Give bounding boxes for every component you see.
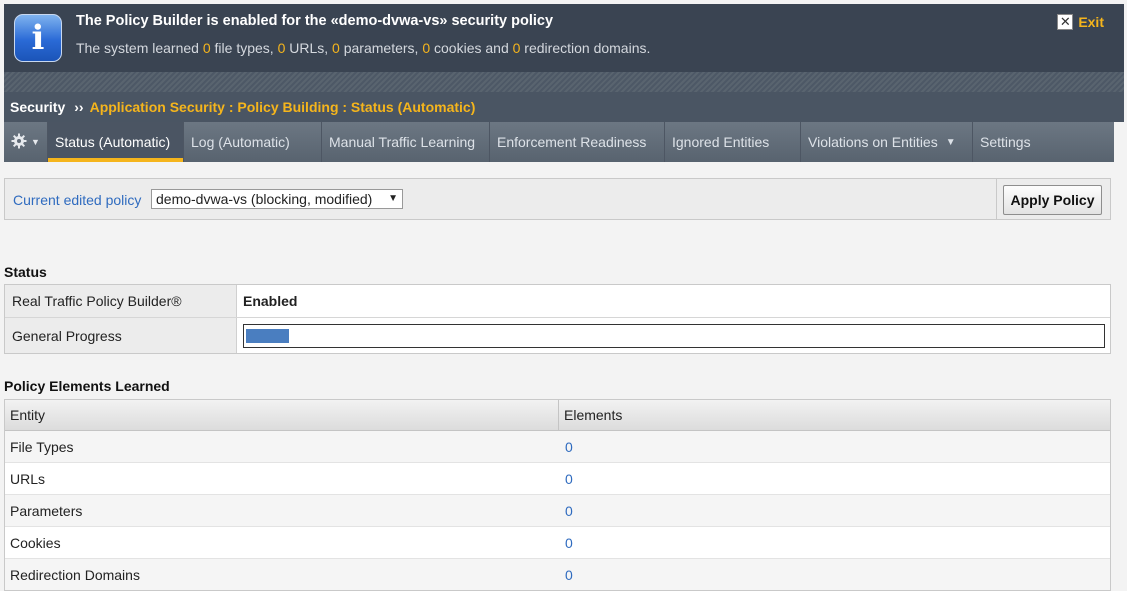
general-progress-bar (243, 323, 1105, 348)
exit-button[interactable]: ✕ Exit (1057, 14, 1104, 30)
table-row: Redirection Domains 0 (5, 559, 1110, 590)
learned-count-cookies: 0 (422, 40, 431, 56)
table-row: URLs 0 (5, 463, 1110, 495)
dropdown-arrow-icon[interactable]: ▼ (388, 190, 398, 208)
banner-message: The system learned 0 file types, 0 URLs,… (76, 40, 651, 56)
policy-select[interactable]: demo-dvwa-vs (blocking, modified) ▼ (151, 189, 403, 209)
banner-stripe-divider (4, 72, 1124, 92)
status-section-title: Status (4, 264, 47, 280)
elements-count-link[interactable]: 0 (559, 559, 573, 590)
policy-builder-status-value: Enabled (243, 293, 298, 309)
elements-count-link[interactable]: 0 (559, 463, 573, 494)
policy-select-value: demo-dvwa-vs (blocking, modified) (156, 191, 373, 207)
status-table: Real Traffic Policy Builder® Enabled Gen… (4, 284, 1111, 354)
tab-status-automatic[interactable]: Status (Automatic) (48, 122, 184, 162)
entity-cell: File Types (10, 438, 74, 455)
exit-label[interactable]: Exit (1078, 14, 1104, 30)
tab-log-automatic[interactable]: Log (Automatic) (184, 122, 322, 162)
table-header: Entity Elements (5, 400, 1110, 431)
elements-count-link[interactable]: 0 (559, 495, 573, 526)
status-key: Real Traffic Policy Builder® (5, 285, 237, 317)
entity-cell: Cookies (10, 534, 61, 551)
notification-banner: i The Policy Builder is enabled for the … (4, 4, 1124, 72)
tab-manual-traffic-learning[interactable]: Manual Traffic Learning (322, 122, 490, 162)
learned-section-title: Policy Elements Learned (4, 378, 170, 394)
table-row: File Types 0 (5, 431, 1110, 463)
info-icon: i (14, 14, 62, 62)
tab-bar: ▼ Status (Automatic) Log (Automatic) Man… (4, 122, 1114, 162)
learned-count-file-types: 0 (202, 40, 211, 56)
chevron-down-icon[interactable]: ▼ (946, 137, 956, 148)
policy-selector-bar: Current edited policy demo-dvwa-vs (bloc… (4, 178, 1111, 220)
table-row: Parameters 0 (5, 495, 1110, 527)
apply-policy-container: Apply Policy (996, 179, 1110, 219)
tab-settings[interactable]: Settings (973, 122, 1114, 162)
entity-cell: Redirection Domains (10, 566, 140, 583)
banner-title: The Policy Builder is enabled for the «d… (76, 13, 554, 29)
breadcrumb: Security ›› Application Security : Polic… (4, 92, 1124, 122)
status-key: General Progress (5, 318, 237, 353)
column-header-elements[interactable]: Elements (559, 400, 622, 430)
close-icon[interactable]: ✕ (1057, 14, 1074, 30)
progress-bar-fill (246, 328, 289, 343)
apply-policy-button[interactable]: Apply Policy (1003, 185, 1102, 215)
current-policy-label: Current edited policy (13, 192, 142, 208)
table-row: Cookies 0 (5, 527, 1110, 559)
breadcrumb-path: Application Security : Policy Building :… (89, 99, 476, 115)
entity-cell: Parameters (10, 502, 83, 519)
elements-count-link[interactable]: 0 (559, 527, 573, 558)
status-row-policy-builder: Real Traffic Policy Builder® Enabled (5, 285, 1110, 318)
tab-enforcement-readiness[interactable]: Enforcement Readiness (490, 122, 665, 162)
breadcrumb-separator: ›› (74, 99, 84, 115)
entity-cell: URLs (10, 470, 46, 487)
chevron-down-icon: ▼ (31, 137, 40, 147)
learned-count-parameters: 0 (332, 40, 340, 56)
column-header-entity[interactable]: Entity (5, 400, 559, 430)
breadcrumb-root[interactable]: Security (10, 99, 65, 115)
tab-options-menu[interactable]: ▼ (4, 122, 48, 162)
elements-count-link[interactable]: 0 (559, 431, 573, 462)
tab-violations-on-entities[interactable]: Violations on Entities ▼ (801, 122, 973, 162)
status-row-general-progress: General Progress (5, 318, 1110, 353)
tab-ignored-entities[interactable]: Ignored Entities (665, 122, 801, 162)
learned-elements-table: Entity Elements File Types 0 URLs 0 Paramete… (4, 399, 1111, 591)
gear-icon[interactable] (11, 133, 27, 152)
